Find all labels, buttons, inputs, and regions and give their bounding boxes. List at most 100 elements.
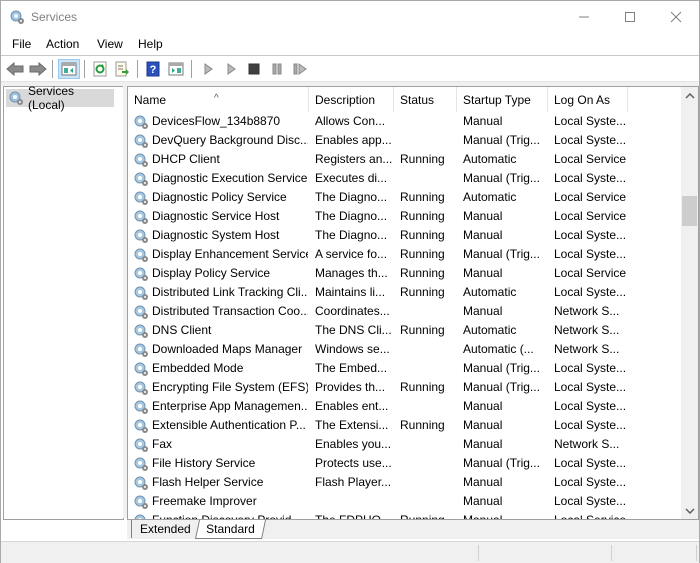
console-tree-pane: Services (Local) — [3, 84, 124, 520]
show-hide-console-tree-button[interactable] — [58, 59, 80, 79]
cell-status — [400, 359, 456, 378]
column-header-name[interactable]: Name ^ — [128, 87, 309, 112]
cell-name: DevicesFlow_134b8870 — [152, 114, 281, 128]
service-row[interactable]: Diagnostic Policy Service The Diagno... Ru… — [128, 188, 680, 207]
back-button[interactable] — [5, 59, 25, 79]
services-window: Services File Action View Help ? Service… — [0, 0, 700, 563]
cell-description: Enables app... — [315, 133, 392, 147]
service-row[interactable]: Display Enhancement Service A service fo.… — [128, 245, 680, 264]
column-header-startup-type[interactable]: Startup Type — [457, 87, 548, 112]
service-gear-icon — [134, 191, 148, 205]
close-button[interactable] — [653, 1, 699, 33]
scroll-thumb[interactable] — [682, 196, 697, 226]
cell-startup-type: Automatic — [463, 285, 517, 299]
pause-service-button[interactable] — [267, 59, 287, 79]
menu-view[interactable]: View — [97, 37, 123, 51]
tree-item-services-local[interactable]: Services (Local) — [6, 84, 114, 112]
service-row[interactable]: Distributed Link Tracking Cli... Maintain… — [128, 283, 680, 302]
show-hide-action-pane-button[interactable] — [166, 59, 186, 79]
view-tabs: Extended Standard — [127, 519, 699, 539]
service-row[interactable]: Display Policy Service Manages th... Runni… — [128, 264, 680, 283]
export-list-button[interactable] — [112, 59, 132, 79]
cell-status: Running — [400, 511, 456, 519]
stop-icon — [248, 63, 260, 75]
status-separator — [478, 545, 479, 561]
service-row[interactable]: Encrypting File System (EFS) Provides th.… — [128, 378, 680, 397]
cell-description: The Diagno... — [315, 209, 388, 223]
service-row[interactable]: Diagnostic Service Host The Diagno... Runn… — [128, 207, 680, 226]
cell-description: Maintains li... — [315, 285, 386, 299]
cell-status — [400, 112, 456, 131]
cell-log-on-as: Local Syste... — [554, 494, 627, 508]
service-row[interactable]: Flash Helper Service Flash Player... Manua… — [128, 473, 680, 492]
cell-startup-type: Automatic — [463, 190, 517, 204]
minimize-icon — [579, 16, 589, 18]
service-row[interactable]: Distributed Transaction Coo... Coordinate… — [128, 302, 680, 321]
cell-log-on-as: Network S... — [554, 437, 620, 451]
cell-status: Running — [400, 152, 445, 166]
toolbar-separator — [84, 60, 85, 78]
forward-button[interactable] — [28, 59, 48, 79]
cell-status — [400, 454, 456, 473]
tab-extended[interactable]: Extended — [131, 520, 200, 538]
minimize-button[interactable] — [561, 1, 607, 33]
toolbar-separator — [191, 60, 192, 78]
cell-description: Protects use... — [315, 456, 392, 470]
column-header-status[interactable]: Status — [394, 87, 457, 112]
service-gear-icon — [134, 210, 148, 224]
service-row[interactable]: Function Discovery Provid... The FDPHO...… — [128, 511, 680, 519]
service-gear-icon — [134, 115, 148, 129]
cell-status — [400, 340, 456, 359]
scroll-up-button[interactable] — [681, 87, 698, 104]
service-row[interactable]: File History Service Protects use... Manua… — [128, 454, 680, 473]
service-gear-icon — [134, 419, 148, 433]
tab-standard[interactable]: Standard — [194, 520, 266, 539]
service-row[interactable]: Downloaded Maps Manager Windows se... Auto… — [128, 340, 680, 359]
scroll-down-button[interactable] — [681, 502, 698, 519]
service-row[interactable]: DevQuery Background Disc... Enables app..… — [128, 131, 680, 150]
service-row[interactable]: Diagnostic Execution Service Executes di.… — [128, 169, 680, 188]
cell-name: Distributed Transaction Coo... — [152, 304, 308, 318]
vertical-scrollbar[interactable] — [681, 87, 698, 519]
cell-name: Diagnostic Execution Service — [152, 171, 308, 185]
service-gear-icon — [134, 267, 148, 281]
service-row[interactable]: DHCP Client Registers an... Running Automat… — [128, 150, 680, 169]
cell-description: The DNS Cli... — [315, 323, 392, 337]
cell-description — [315, 492, 393, 511]
stop-service-button[interactable] — [244, 59, 264, 79]
tree-item-label: Services (Local) — [28, 84, 75, 112]
play-icon — [204, 63, 213, 75]
cell-status — [400, 169, 456, 188]
menu-action[interactable]: Action — [46, 37, 79, 51]
cell-log-on-as: Local Service — [554, 152, 627, 166]
cell-status: Running — [400, 323, 445, 337]
service-row[interactable]: DNS Client The DNS Cli... Running Automatic… — [128, 321, 680, 340]
column-header: Name ^ Description Status Startup Type L… — [128, 87, 680, 112]
cell-name: Function Discovery Provid... — [152, 511, 308, 519]
cell-status: Running — [400, 380, 445, 394]
menu-file[interactable]: File — [12, 37, 31, 51]
chevron-up-icon — [684, 92, 695, 99]
refresh-button[interactable] — [90, 59, 110, 79]
service-row[interactable]: Diagnostic System Host The Diagno... Runni… — [128, 226, 680, 245]
cell-status: Running — [400, 418, 445, 432]
action-pane-icon — [168, 62, 184, 76]
service-row[interactable]: Fax Enables you... Manual Network S... — [128, 435, 680, 454]
menu-help[interactable]: Help — [138, 37, 163, 51]
start-service-alt-button[interactable] — [221, 59, 241, 79]
svg-text:?: ? — [150, 64, 157, 76]
service-row[interactable]: Embedded Mode The Embed... Manual (Trig...… — [128, 359, 680, 378]
service-row[interactable]: Extensible Authentication P... The Extens… — [128, 416, 680, 435]
service-row[interactable]: DevicesFlow_134b8870 Allows Con... Manual L… — [128, 112, 680, 131]
maximize-button[interactable] — [607, 1, 653, 33]
cell-name: Enterprise App Managemen... — [152, 399, 308, 413]
restart-service-button[interactable] — [290, 59, 310, 79]
service-row[interactable]: Enterprise App Managemen... Enables ent..… — [128, 397, 680, 416]
column-header-description[interactable]: Description — [309, 87, 394, 112]
help-button[interactable]: ? — [143, 59, 163, 79]
start-service-button[interactable] — [198, 59, 218, 79]
toolbar: ? — [1, 56, 699, 82]
window-title: Services — [31, 10, 78, 24]
column-header-log-on-as[interactable]: Log On As — [548, 87, 628, 112]
service-row[interactable]: Freemake Improver Manual Local Syste... — [128, 492, 680, 511]
